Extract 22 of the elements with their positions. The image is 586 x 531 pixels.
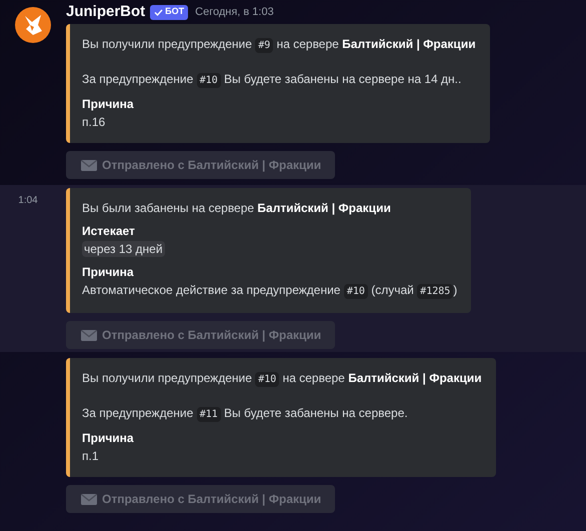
field-name: Причина	[82, 96, 135, 113]
envelope-icon	[80, 492, 98, 506]
message-timestamp: Сегодня, в 1:03	[195, 4, 274, 20]
envelope-icon	[80, 158, 98, 172]
field-value: Автоматическое действие за предупреждение #10 (случай #1285 )	[82, 282, 458, 301]
embed-description: Вы получили предупреждение #9 на сервере Балтийский | Фракции	[82, 36, 476, 55]
field-value: п.1	[82, 448, 99, 465]
message-time: 1:04	[18, 194, 39, 208]
embed-description: За предупреждение #11 Вы будете забанены на сервере.	[82, 405, 408, 424]
field-name: Причина	[82, 264, 135, 281]
field-value: через 13 дней	[82, 240, 165, 258]
envelope-icon	[80, 328, 98, 342]
embed-description: Вы были забанены на сервере Балтийский | Фракции	[82, 200, 391, 217]
field-name: Истекает	[82, 223, 136, 240]
check-icon	[154, 8, 164, 16]
field-value: п.16	[82, 114, 106, 131]
field-name: Причина	[82, 430, 135, 447]
avatar-icon[interactable]	[15, 7, 51, 43]
embed-description: За предупреждение #10 Вы будете забанены на сервере на 14 дн..	[82, 71, 462, 90]
embed-description: Вы получили предупреждение #10 на сервере Балтийский | Фракции	[82, 370, 482, 389]
author-name[interactable]: JuniperBot	[66, 0, 146, 24]
bot-badge: БОТ	[150, 4, 188, 20]
